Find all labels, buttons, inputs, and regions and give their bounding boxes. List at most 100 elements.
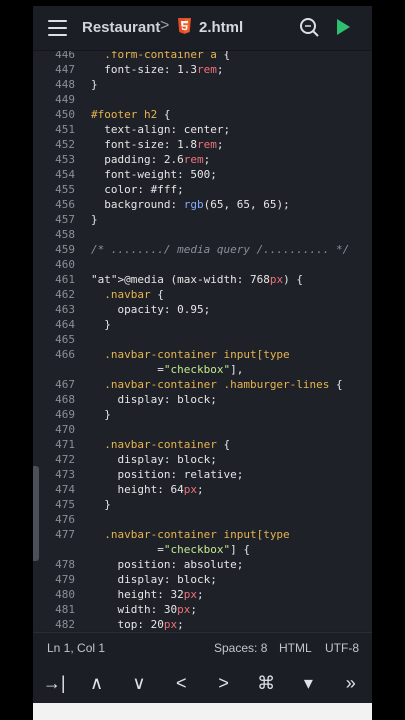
- line-number: 469: [55, 408, 75, 421]
- code-text: }: [91, 498, 111, 511]
- code-line[interactable]: 461 "at">@media (max-width: 768px) {: [33, 272, 371, 287]
- encoding[interactable]: UTF-8: [325, 641, 359, 655]
- code-line[interactable]: 470: [33, 422, 371, 437]
- dropdown-key[interactable]: ▾: [288, 673, 328, 694]
- code-line[interactable]: 452 font-size: 1.8rem;: [33, 137, 371, 152]
- code-text: opacity: 0.95;: [91, 303, 211, 316]
- code-line[interactable]: 457}: [33, 212, 371, 227]
- code-line[interactable]: 448}: [33, 77, 371, 92]
- code-line[interactable]: 464 }: [33, 317, 371, 332]
- line-number: 476: [55, 513, 75, 526]
- code-text: display: block;: [91, 573, 217, 586]
- code-line[interactable]: 459 /* ......../ media query /.......... …: [33, 242, 371, 257]
- code-line[interactable]: ="checkbox"],: [33, 362, 371, 377]
- code-line[interactable]: 467 .navbar-container .hamburger-lines {: [33, 377, 371, 392]
- code-line[interactable]: 469 }: [33, 407, 371, 422]
- line-number: 473: [55, 468, 75, 481]
- line-number: 449: [55, 93, 75, 106]
- language-mode[interactable]: HTML: [279, 641, 312, 655]
- menu-icon[interactable]: [48, 20, 67, 36]
- line-number: 471: [55, 438, 75, 451]
- line-number: 459: [55, 243, 75, 256]
- code-text: padding: 2.6rem;: [91, 153, 211, 166]
- up-arrow-key[interactable]: ∧: [77, 673, 117, 694]
- code-editor[interactable]: 446 .form-container a {447 font-size: 1.…: [33, 51, 372, 631]
- code-line[interactable]: 454 font-weight: 500;: [33, 167, 371, 182]
- run-icon[interactable]: [337, 19, 350, 35]
- line-number: 464: [55, 318, 75, 331]
- line-number: 454: [55, 168, 75, 181]
- code-line[interactable]: 476: [33, 512, 371, 527]
- code-line[interactable]: 471 .navbar-container {: [33, 437, 371, 452]
- project-title: Restaurant: [82, 19, 161, 36]
- code-line[interactable]: 481 width: 30px;: [33, 602, 371, 617]
- code-line[interactable]: 475 }: [33, 497, 371, 512]
- top-bar: Restaurant > 2.html: [33, 6, 372, 51]
- code-text: display: block;: [91, 393, 217, 406]
- code-text: /* ......../ media query /.......... */: [91, 243, 350, 256]
- code-text: top: 20px;: [91, 618, 184, 631]
- code-line[interactable]: 458: [33, 227, 371, 242]
- code-line[interactable]: 479 display: block;: [33, 572, 371, 587]
- line-number: 458: [55, 228, 75, 241]
- tab-key[interactable]: →|: [34, 673, 74, 694]
- system-nav-bar: [33, 703, 372, 720]
- down-arrow-key[interactable]: ∨: [119, 673, 159, 694]
- code-line[interactable]: 456 background: rgb(65, 65, 65);: [33, 197, 371, 212]
- line-number: 446: [55, 51, 75, 61]
- code-line[interactable]: 465: [33, 332, 371, 347]
- left-arrow-key[interactable]: <: [161, 673, 201, 694]
- line-number: 462: [55, 288, 75, 301]
- indent-setting[interactable]: Spaces: 8: [214, 641, 267, 655]
- scroll-handle[interactable]: [33, 466, 39, 561]
- line-number: 451: [55, 123, 75, 136]
- code-line[interactable]: 473 position: relative;: [33, 467, 371, 482]
- code-text: .navbar-container input[type: [104, 528, 290, 541]
- line-number: 457: [55, 213, 75, 226]
- line-number: 468: [55, 393, 75, 406]
- code-line[interactable]: 462 .navbar {: [33, 287, 371, 302]
- search-icon[interactable]: [299, 17, 319, 37]
- code-text: display: block;: [91, 453, 217, 466]
- code-line[interactable]: ="checkbox"] {: [33, 542, 371, 557]
- line-number: 481: [55, 603, 75, 616]
- code-text: font-size: 1.8rem;: [91, 138, 224, 151]
- code-line[interactable]: 482 top: 20px;: [33, 617, 371, 631]
- code-line[interactable]: 466 .navbar-container input[type: [33, 347, 371, 362]
- code-line[interactable]: 449: [33, 92, 371, 107]
- line-number: 456: [55, 198, 75, 211]
- code-line[interactable]: 450 #footer h2 {: [33, 107, 371, 122]
- code-text: position: relative;: [91, 468, 244, 481]
- code-line[interactable]: 451 text-align: center;: [33, 122, 371, 137]
- code-line[interactable]: 478 position: absolute;: [33, 557, 371, 572]
- file-tab[interactable]: 2.html: [199, 19, 243, 36]
- code-line[interactable]: 474 height: 64px;: [33, 482, 371, 497]
- code-line[interactable]: 447 font-size: 1.3rem;: [33, 62, 371, 77]
- code-line[interactable]: 455 color: #fff;: [33, 182, 371, 197]
- right-arrow-key[interactable]: >: [204, 673, 244, 694]
- code-text: .navbar-container input[type: [104, 348, 290, 361]
- code-line[interactable]: 472 display: block;: [33, 452, 371, 467]
- code-line[interactable]: 468 display: block;: [33, 392, 371, 407]
- code-line[interactable]: 446 .form-container a {: [33, 51, 371, 62]
- line-number: 480: [55, 588, 75, 601]
- command-key[interactable]: ⌘: [246, 673, 286, 694]
- code-line[interactable]: 460: [33, 257, 371, 272]
- cursor-position[interactable]: Ln 1, Col 1: [47, 641, 105, 655]
- code-text: }: [91, 318, 111, 331]
- line-number: 465: [55, 333, 75, 346]
- line-number: 478: [55, 558, 75, 571]
- code-line[interactable]: 463 opacity: 0.95;: [33, 302, 371, 317]
- code-text: .navbar-container .hamburger-lines {: [104, 378, 343, 391]
- line-number: 453: [55, 153, 75, 166]
- code-text: }: [91, 213, 98, 226]
- more-keys[interactable]: »: [331, 673, 371, 694]
- line-number: 470: [55, 423, 75, 436]
- code-line[interactable]: 477 .navbar-container input[type: [33, 527, 371, 542]
- line-number: 479: [55, 573, 75, 586]
- code-text: #footer h2 {: [91, 108, 171, 121]
- code-text: .navbar {: [104, 288, 164, 301]
- code-line[interactable]: 480 height: 32px;: [33, 587, 371, 602]
- app-window: Restaurant > 2.html 446 .form-container …: [33, 6, 372, 720]
- code-line[interactable]: 453 padding: 2.6rem;: [33, 152, 371, 167]
